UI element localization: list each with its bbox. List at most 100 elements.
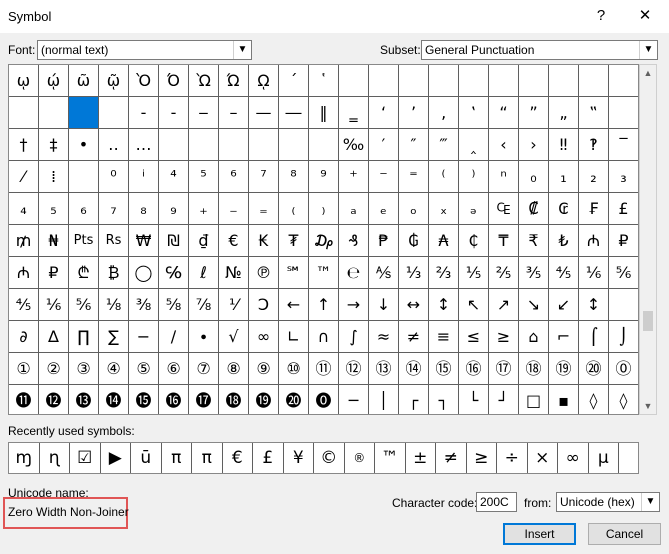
symbol-cell[interactable]: ⅞ — [189, 289, 219, 321]
symbol-cell[interactable]: ⓫ — [9, 385, 39, 414]
symbol-cell[interactable] — [549, 65, 579, 97]
symbol-cell[interactable]: ┘ — [489, 385, 519, 414]
help-button[interactable]: ? — [583, 4, 619, 28]
symbol-cell[interactable]: ⓱ — [189, 385, 219, 414]
symbol-cell[interactable]: ₺ — [549, 225, 579, 257]
symbol-cell[interactable]: Ὸ — [129, 65, 159, 97]
recent-symbol-cell[interactable]: ɱ — [9, 443, 40, 473]
symbol-cell[interactable]: ⑳ — [579, 353, 609, 385]
symbol-cell[interactable] — [309, 129, 339, 161]
symbol-cell[interactable]: ⑲ — [549, 353, 579, 385]
symbol-cell[interactable]: ⅘ — [9, 289, 39, 321]
symbol-cell[interactable]: ∆ — [39, 321, 69, 353]
symbol-cell[interactable]: ₵ — [459, 225, 489, 257]
symbol-cell[interactable]: ⁷ — [249, 161, 279, 193]
symbol-cell[interactable]: Ↄ — [249, 289, 279, 321]
symbol-cell[interactable]: ™ — [309, 257, 339, 289]
symbol-cell[interactable]: ′ — [369, 129, 399, 161]
symbol-cell[interactable]: ∑ — [99, 321, 129, 353]
symbol-cell[interactable]: ℓ — [189, 257, 219, 289]
symbol-cell[interactable]: ⅙ — [39, 289, 69, 321]
symbol-cell[interactable]: ⁞ — [39, 161, 69, 193]
recent-symbols-grid[interactable]: ɱ ɳ ☑ ▶ ū π π € £ ¥ © ® ™ ± ≠ ≥ ÷ × ∞ µ — [8, 442, 639, 474]
symbol-cell[interactable]: ⁰ — [99, 161, 129, 193]
symbol-cell[interactable] — [519, 65, 549, 97]
symbol-cell[interactable]: ⌐ — [549, 321, 579, 353]
symbol-cell[interactable]: ┌ — [399, 385, 429, 414]
symbol-cell[interactable]: ⁻ — [369, 161, 399, 193]
symbol-cell[interactable]: ₳ — [429, 225, 459, 257]
symbol-cell[interactable]: ⓪ — [609, 353, 638, 385]
symbol-cell[interactable]: ⅜ — [129, 289, 159, 321]
symbol-cell[interactable]: ″ — [399, 129, 429, 161]
symbol-cell[interactable]: ₒ — [399, 193, 429, 225]
symbol-cell[interactable]: ₆ — [69, 193, 99, 225]
symbol-cell[interactable]: ⑥ — [159, 353, 189, 385]
symbol-cell[interactable]: ∂ — [9, 321, 39, 353]
symbol-cell[interactable]: ⑯ — [459, 353, 489, 385]
from-dropdown[interactable]: Unicode (hex) ▼ — [556, 492, 660, 512]
symbol-cell[interactable] — [69, 97, 99, 129]
symbol-cell[interactable]: □ — [519, 385, 549, 414]
symbol-cell[interactable]: ₽ — [609, 225, 638, 257]
recent-symbol-cell[interactable]: π — [192, 443, 223, 473]
symbol-cell[interactable]: — — [249, 97, 279, 129]
recent-symbol-cell[interactable]: © — [314, 443, 345, 473]
symbol-cell[interactable]: ⁼ — [399, 161, 429, 193]
symbol-cell[interactable]: ⅚ — [609, 257, 638, 289]
symbol-cell[interactable]: ₰ — [339, 225, 369, 257]
symbol-cell[interactable]: ₽ — [39, 257, 69, 289]
symbol-cell[interactable]: ₡ — [519, 193, 549, 225]
symbol-cell[interactable]: ↗ — [489, 289, 519, 321]
recent-symbol-cell[interactable]: £ — [253, 443, 284, 473]
symbol-cell[interactable]: ₉ — [159, 193, 189, 225]
symbol-cell[interactable] — [609, 97, 638, 129]
symbol-cell[interactable]: │ — [369, 385, 399, 414]
symbol-cell[interactable]: ₦ — [39, 225, 69, 257]
symbol-cell[interactable]: ⑱ — [519, 353, 549, 385]
symbol-cell[interactable]: ₲ — [399, 225, 429, 257]
symbol-cell[interactable]: ∟ — [279, 321, 309, 353]
symbol-cell[interactable]: ‸ — [459, 129, 489, 161]
symbol-cell[interactable]: ◊ — [609, 385, 638, 414]
symbol-cell[interactable]: £ — [609, 193, 638, 225]
recent-symbol-cell[interactable]: ▶ — [101, 443, 131, 473]
symbol-cell[interactable] — [159, 129, 189, 161]
symbol-cell[interactable]: ´ — [279, 65, 309, 97]
symbol-cell[interactable]: ⑬ — [369, 353, 399, 385]
recent-symbol-cell[interactable]: ¥ — [284, 443, 314, 473]
symbol-cell[interactable]: ₼ — [579, 225, 609, 257]
symbol-cell[interactable]: ⅛ — [99, 289, 129, 321]
symbol-grid[interactable]: ῳ ῴ ῶ ῷ Ὸ Ό Ὼ Ώ ῼ ´ ῾ ‐ ‑ ‒ – — ― ‖ ‗ ‘’ ‚ ‛ “” „ ‟ † ‡ • ‥… ‰ ′ ″ ‴ ‸ ‹ › ‼… — [8, 64, 639, 415]
symbol-cell[interactable]: ↑ — [309, 289, 339, 321]
symbol-cell[interactable]: ≥ — [489, 321, 519, 353]
symbol-cell[interactable]: → — [339, 289, 369, 321]
scroll-up-icon[interactable]: ▲ — [640, 65, 656, 81]
symbol-cell[interactable]: ₅ — [39, 193, 69, 225]
symbol-cell[interactable]: ↓ — [369, 289, 399, 321]
symbol-cell[interactable]: ₾ — [69, 257, 99, 289]
symbol-cell[interactable]: ῷ — [99, 65, 129, 97]
symbol-cell[interactable] — [609, 65, 638, 97]
symbol-cell[interactable]: ⁵ — [189, 161, 219, 193]
recent-symbol-cell[interactable]: ☑ — [70, 443, 101, 473]
symbol-cell[interactable]: ₎ — [309, 193, 339, 225]
symbol-cell[interactable]: ⅔ — [429, 257, 459, 289]
symbol-cell[interactable]: ◯ — [129, 257, 159, 289]
symbol-cell[interactable]: ⓴ — [279, 385, 309, 414]
symbol-cell[interactable]: ℠ — [279, 257, 309, 289]
scroll-down-icon[interactable]: ▼ — [640, 398, 656, 414]
symbol-cell[interactable]: ◊ — [579, 385, 609, 414]
symbol-cell[interactable]: ‴ — [429, 129, 459, 161]
symbol-cell[interactable]: ‹ — [489, 129, 519, 161]
symbol-cell[interactable]: ‰ — [339, 129, 369, 161]
symbol-cell[interactable]: ― — [279, 97, 309, 129]
symbol-cell[interactable]: ≡ — [429, 321, 459, 353]
symbol-cell[interactable]: ῳ — [9, 65, 39, 97]
symbol-cell[interactable]: ⅓ — [399, 257, 429, 289]
symbol-cell[interactable]: ₯ — [309, 225, 339, 257]
symbol-cell[interactable]: ④ — [99, 353, 129, 385]
symbol-cell[interactable]: ₠ — [489, 193, 519, 225]
symbol-cell[interactable]: „ — [549, 97, 579, 129]
symbol-cell[interactable]: † — [9, 129, 39, 161]
